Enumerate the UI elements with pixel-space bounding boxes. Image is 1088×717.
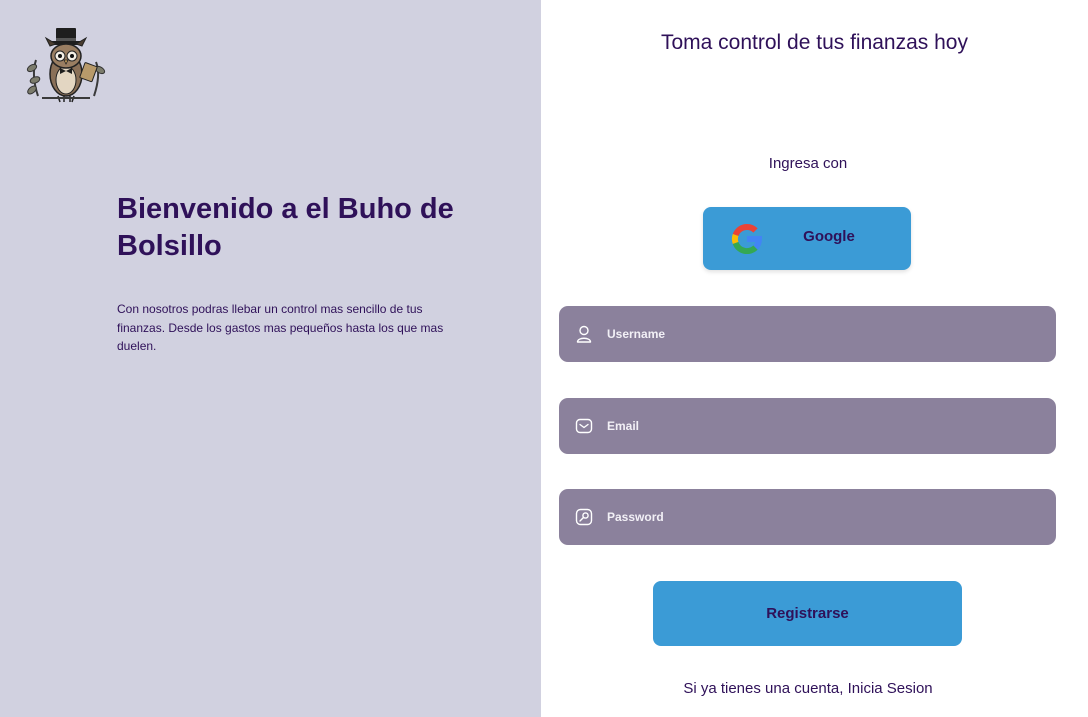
mail-icon [574, 416, 594, 436]
email-field[interactable] [559, 398, 1056, 454]
signup-panel: Toma control de tus finanzas hoy Ingresa… [541, 0, 1088, 717]
username-input[interactable] [607, 306, 1037, 362]
welcome-title: Bienvenido a el Buho de Bolsillo [117, 193, 454, 262]
login-with-label: Ingresa con [768, 155, 848, 172]
welcome-panel: Bienvenido a el Buho de Bolsillo Con nos… [0, 0, 541, 717]
login-link[interactable]: Si ya tienes una cuenta, Inicia Sesion [541, 680, 1075, 697]
register-button[interactable]: Registrarse [653, 581, 962, 646]
owl-logo-icon [24, 24, 108, 104]
google-login-button[interactable]: Google [703, 207, 911, 270]
password-field[interactable] [559, 489, 1056, 545]
welcome-description: Con nosotros podras llebar un control ma… [117, 302, 444, 353]
signup-title: Toma control de tus finanzas hoy [660, 31, 968, 54]
page: Bienvenido a el Buho de Bolsillo Con nos… [0, 0, 1088, 717]
google-button-label: Google [803, 228, 855, 245]
key-icon [574, 507, 594, 527]
user-icon [574, 324, 594, 344]
username-field[interactable] [559, 306, 1056, 362]
google-icon [730, 223, 764, 255]
password-input[interactable] [607, 489, 1037, 545]
email-input[interactable] [607, 398, 1037, 454]
